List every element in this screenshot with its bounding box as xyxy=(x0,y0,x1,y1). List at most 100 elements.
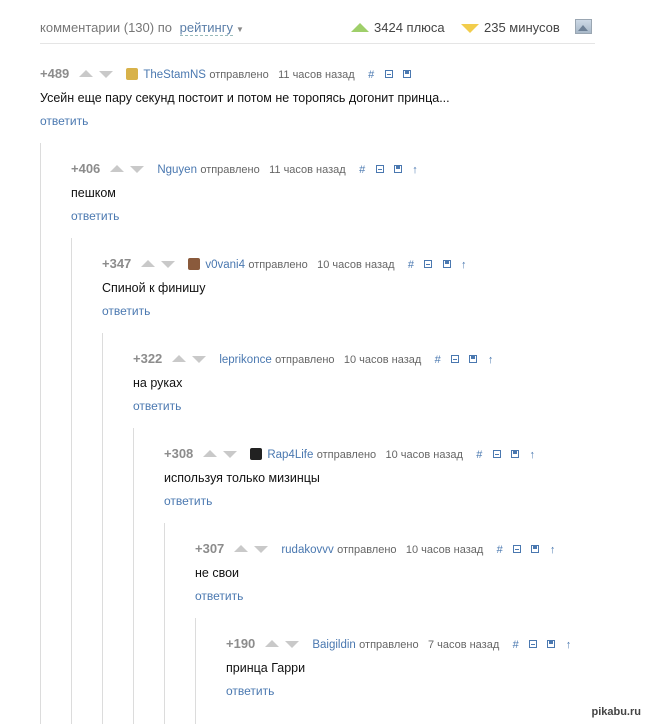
comment-text: пешком xyxy=(71,186,116,200)
thread-line xyxy=(133,428,134,724)
parent-arrow-icon[interactable]: ↑ xyxy=(461,259,467,271)
permalink-icon[interactable]: # xyxy=(476,449,482,461)
upvote-icon[interactable] xyxy=(171,355,186,363)
collapse-icon[interactable] xyxy=(492,449,501,458)
reply-link[interactable]: ответить xyxy=(102,304,467,318)
avatar[interactable] xyxy=(188,257,201,270)
upvote-icon[interactable] xyxy=(140,260,155,268)
thread-line xyxy=(164,523,165,724)
avatar[interactable] xyxy=(250,447,263,460)
sent-label: отправлено xyxy=(316,449,377,461)
comment-text: на руках xyxy=(133,376,183,390)
comment-score: +347 xyxy=(102,256,132,271)
comment-time[interactable]: 11 часов назад xyxy=(278,69,355,81)
thread-line xyxy=(195,618,196,724)
reply-link[interactable]: ответить xyxy=(40,114,450,128)
reply-link[interactable]: ответить xyxy=(133,399,493,413)
plus-count: 3424 плюса xyxy=(351,20,445,35)
sent-label: отправлено xyxy=(209,69,269,81)
comment-text: не свои xyxy=(195,566,240,580)
save-icon[interactable] xyxy=(531,544,540,553)
thread-line xyxy=(71,238,72,724)
collapse-icon[interactable] xyxy=(451,354,460,363)
parent-arrow-icon[interactable]: ↑ xyxy=(488,354,494,366)
parent-arrow-icon[interactable]: ↑ xyxy=(412,164,418,176)
chevron-down-icon[interactable]: ▼ xyxy=(236,25,244,34)
downvote-icon[interactable] xyxy=(284,641,299,649)
parent-arrow-icon[interactable]: ↑ xyxy=(529,449,535,461)
image-icon[interactable] xyxy=(575,19,592,34)
comment-score: +308 xyxy=(164,446,194,461)
sent-label: отправлено xyxy=(337,544,397,556)
upvote-icon xyxy=(351,23,369,33)
thread-line xyxy=(102,333,103,724)
save-icon[interactable] xyxy=(442,259,451,268)
comment-author[interactable]: Rap4Life xyxy=(267,449,313,461)
comment: +307 rudakovvv отправлено 10 часов назад… xyxy=(195,541,555,603)
collapse-icon[interactable] xyxy=(529,639,538,648)
permalink-icon[interactable]: # xyxy=(513,639,519,651)
save-icon[interactable] xyxy=(547,639,556,648)
comment-time[interactable]: 10 часов назад xyxy=(344,354,421,366)
avatar[interactable] xyxy=(126,67,139,80)
comment-time[interactable]: 11 часов назад xyxy=(269,164,346,176)
permalink-icon[interactable]: # xyxy=(368,69,374,81)
save-icon[interactable] xyxy=(402,69,411,78)
upvote-icon[interactable] xyxy=(233,545,248,553)
comment-meta: +489 TheStamNS отправлено 11 часов назад… xyxy=(40,66,450,82)
comment-meta: +347 v0vani4 отправлено 10 часов назад #… xyxy=(102,256,467,272)
upvote-icon[interactable] xyxy=(109,165,124,173)
comment: +322 leprikonce отправлено 10 часов наза… xyxy=(133,351,493,413)
collapse-icon[interactable] xyxy=(384,69,393,78)
sent-label: отправлено xyxy=(275,354,335,366)
thread-line xyxy=(40,143,41,724)
comment-score: +307 xyxy=(195,541,225,556)
comment-author[interactable]: Baigildin xyxy=(312,639,355,651)
comment-meta: +307 rudakovvv отправлено 10 часов назад… xyxy=(195,541,555,557)
upvote-icon[interactable] xyxy=(202,450,217,458)
comments-header: комментарии (130) по рейтингу ▼ 3424 плюс… xyxy=(40,14,595,44)
comment: +489 TheStamNS отправлено 11 часов назад… xyxy=(40,66,450,128)
comment-author[interactable]: v0vani4 xyxy=(205,259,245,271)
collapse-icon[interactable] xyxy=(375,164,384,173)
downvote-icon[interactable] xyxy=(160,261,175,269)
downvote-icon[interactable] xyxy=(98,71,113,79)
comment-time[interactable]: 10 часов назад xyxy=(317,259,394,271)
downvote-icon[interactable] xyxy=(191,356,206,364)
permalink-icon[interactable]: # xyxy=(408,259,414,271)
upvote-icon[interactable] xyxy=(264,640,279,648)
parent-arrow-icon[interactable]: ↑ xyxy=(550,544,556,556)
reply-link[interactable]: ответить xyxy=(164,494,535,508)
save-icon[interactable] xyxy=(393,164,402,173)
save-icon[interactable] xyxy=(469,354,478,363)
collapse-icon[interactable] xyxy=(424,259,433,268)
sent-label: отправлено xyxy=(359,639,419,651)
downvote-icon[interactable] xyxy=(129,166,144,174)
comment-score: +190 xyxy=(226,636,256,651)
comment: +406 Nguyen отправлено 11 часов назад # … xyxy=(71,161,418,223)
comment-author[interactable]: rudakovvv xyxy=(281,544,333,556)
reply-link[interactable]: ответить xyxy=(226,684,571,698)
minus-count: 235 минусов xyxy=(461,20,560,35)
comment: +347 v0vani4 отправлено 10 часов назад #… xyxy=(102,256,467,318)
comment-author[interactable]: leprikonce xyxy=(219,354,271,366)
permalink-icon[interactable]: # xyxy=(435,354,441,366)
sent-label: отправлено xyxy=(200,164,260,176)
comment-time[interactable]: 7 часов назад xyxy=(428,639,499,651)
comment-time[interactable]: 10 часов назад xyxy=(406,544,483,556)
sort-dropdown[interactable]: рейтингу xyxy=(179,20,233,36)
permalink-icon[interactable]: # xyxy=(497,544,503,556)
downvote-icon[interactable] xyxy=(222,451,237,459)
collapse-icon[interactable] xyxy=(513,544,522,553)
save-icon[interactable] xyxy=(511,449,520,458)
reply-link[interactable]: ответить xyxy=(71,209,418,223)
plus-label: 3424 плюса xyxy=(374,20,445,35)
downvote-icon[interactable] xyxy=(253,546,268,554)
comment-time[interactable]: 10 часов назад xyxy=(386,449,463,461)
comment-author[interactable]: Nguyen xyxy=(157,164,197,176)
upvote-icon[interactable] xyxy=(78,70,93,78)
comment-author[interactable]: TheStamNS xyxy=(143,69,206,81)
parent-arrow-icon[interactable]: ↑ xyxy=(566,639,572,651)
permalink-icon[interactable]: # xyxy=(359,164,365,176)
reply-link[interactable]: ответить xyxy=(195,589,555,603)
